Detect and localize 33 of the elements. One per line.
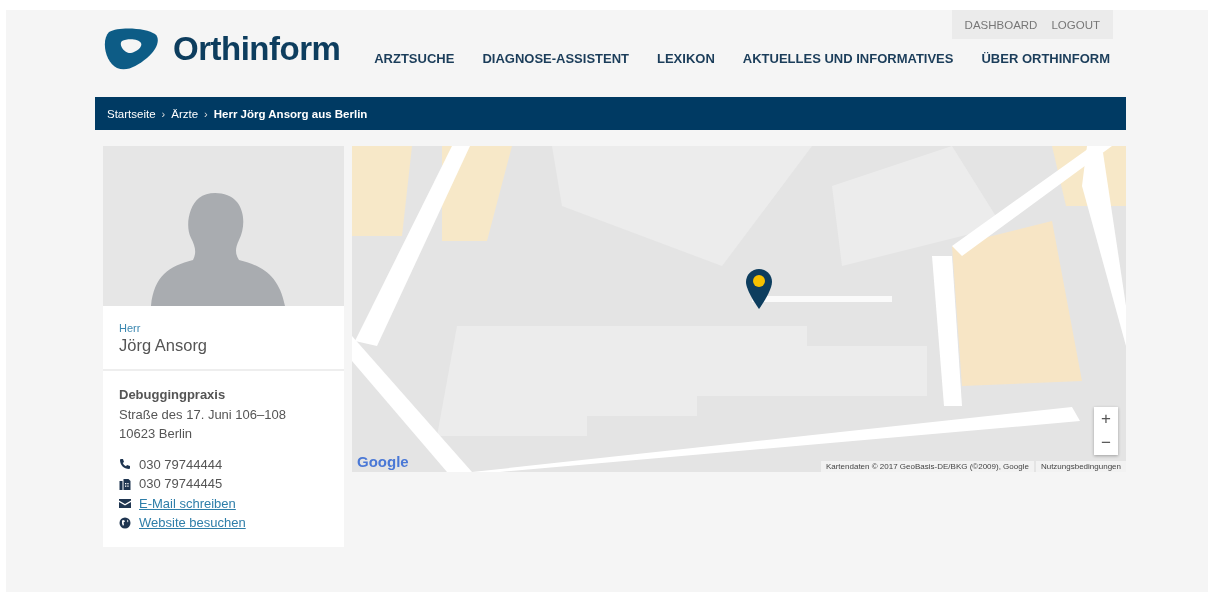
terms-link[interactable]: Nutzungsbedingungen (1035, 461, 1126, 472)
nav-link[interactable]: ARZTSUCHE (360, 51, 469, 66)
nav-link[interactable]: DIAGNOSE-ASSISTENT (468, 51, 643, 66)
globe-icon (119, 516, 131, 529)
nav-link[interactable]: AKTUELLES UND INFORMATIVES (728, 51, 968, 66)
fax-icon (119, 477, 131, 490)
account-link[interactable]: DASHBOARD (957, 18, 1045, 31)
city-address: 10623 Berlin (119, 425, 193, 443)
map-pin-icon[interactable] (746, 269, 772, 309)
zoom-in-button[interactable]: + (1094, 407, 1118, 431)
breadcrumb-separator-icon: › (204, 107, 208, 120)
map-attribution: Kartendaten © 2017 GeoBasis-DE/BKG (©2009), Google (820, 461, 1034, 472)
phone-number: 030 79744444 (139, 455, 223, 474)
fax-number: 030 79744445 (139, 475, 223, 493)
salutation: Herr (119, 322, 142, 334)
website-link[interactable]: Website besuchen (139, 513, 246, 533)
breadcrumb-item: Herr Jörg Ansorg aus Berlin (213, 107, 368, 120)
breadcrumb-separator-icon: › (161, 107, 166, 120)
account-link[interactable]: LOGOUT (1044, 18, 1107, 31)
envelope-icon (119, 497, 131, 510)
nav-link[interactable]: ÜBER ORTHINFORM (967, 51, 1126, 66)
doctor-name: Jörg Ansorg (119, 336, 209, 355)
breadcrumb-item[interactable]: Startseite (107, 107, 156, 120)
breadcrumb-item[interactable]: Ärzte (171, 107, 199, 120)
practice-name: Debuggingpraxis (119, 386, 227, 404)
logo-icon (103, 28, 159, 70)
avatar-silhouette-icon (103, 146, 344, 306)
logo-text[interactable]: Orthinform (173, 30, 341, 68)
street-address: Straße des 17. Juni 106–108 (119, 405, 287, 424)
email-link[interactable]: E-Mail schreiben (139, 493, 236, 513)
zoom-out-button[interactable]: − (1094, 431, 1118, 455)
nav-link[interactable]: LEXIKON (643, 51, 729, 66)
phone-icon (119, 458, 131, 471)
